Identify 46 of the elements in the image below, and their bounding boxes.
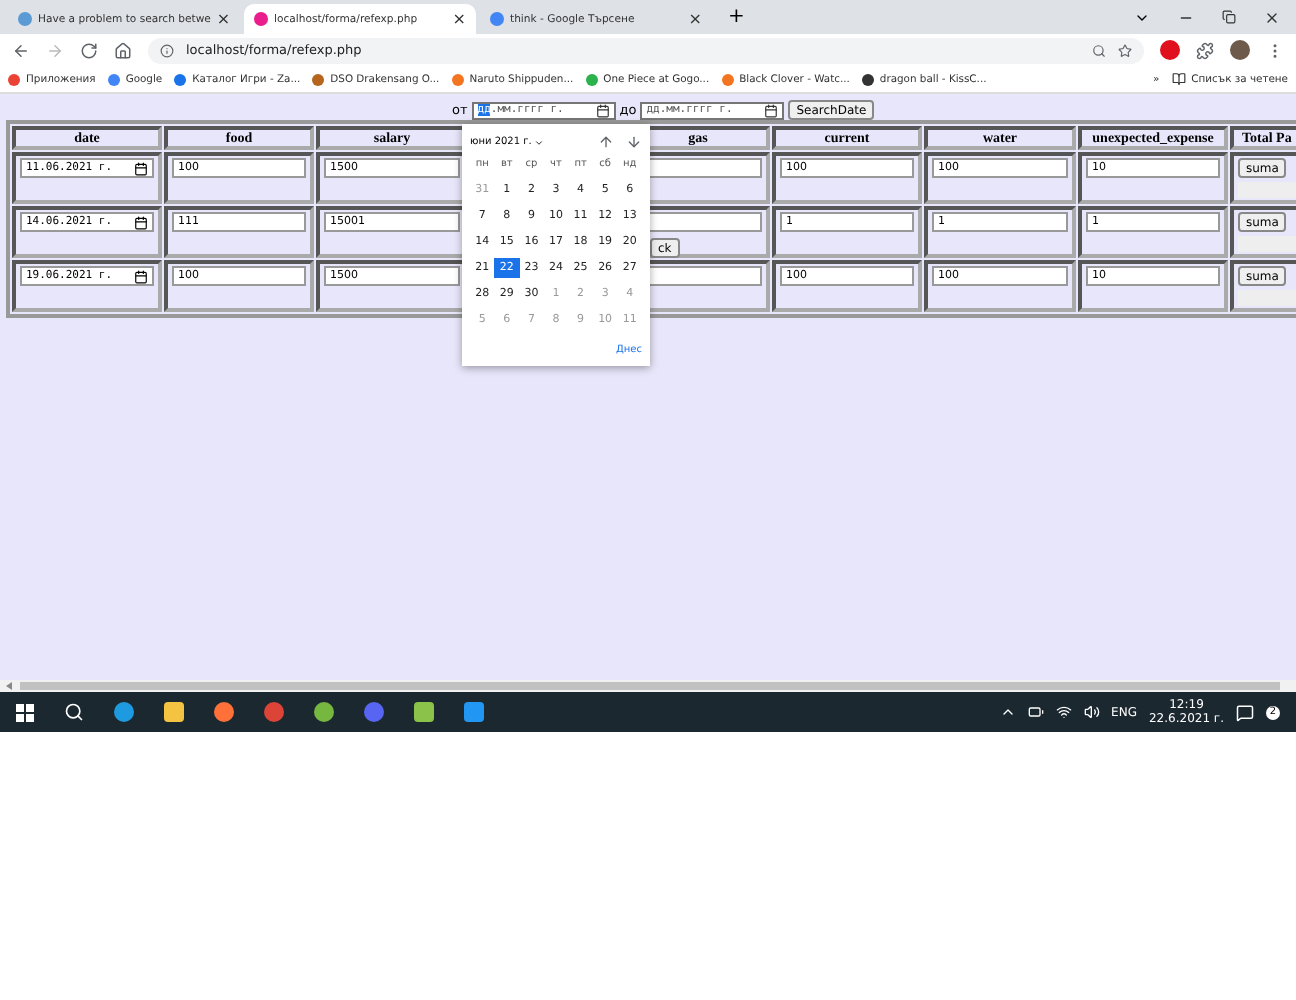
restore-icon[interactable] [1222, 10, 1236, 24]
previous-month-icon[interactable] [598, 134, 614, 150]
extensions-icon[interactable] [1196, 41, 1214, 59]
close-icon[interactable] [1264, 9, 1280, 25]
app-icon[interactable] [314, 702, 334, 722]
zoom-icon[interactable] [1092, 43, 1106, 57]
next-month-icon[interactable] [626, 134, 642, 150]
calendar-icon[interactable] [134, 269, 148, 283]
total-field[interactable] [1238, 236, 1296, 252]
total-field[interactable] [1238, 182, 1296, 198]
app-icon[interactable] [214, 702, 234, 722]
avatar-icon[interactable] [1230, 40, 1250, 60]
close-tab-button[interactable]: × [688, 10, 702, 28]
close-tab-button[interactable]: × [452, 10, 466, 28]
app-icon[interactable] [414, 702, 434, 722]
app-icon[interactable] [264, 702, 284, 722]
scrollbar-thumb[interactable] [20, 682, 1280, 690]
folder-icon[interactable] [164, 702, 184, 722]
favicon-icon [490, 12, 504, 26]
notifications-icon[interactable] [1236, 703, 1254, 721]
app-icon[interactable] [364, 702, 384, 722]
calendar-icon[interactable] [134, 215, 148, 229]
new-tab-button[interactable]: + [716, 6, 757, 28]
info-icon[interactable] [160, 43, 174, 57]
calendar-icon[interactable] [764, 103, 779, 117]
battery-icon[interactable] [1027, 704, 1044, 720]
close-tab-button[interactable]: × [216, 10, 231, 28]
windows-logo-icon[interactable] [16, 703, 34, 721]
photos-icon[interactable] [464, 702, 484, 722]
back-icon[interactable] [12, 41, 30, 59]
favicon-icon [18, 12, 32, 26]
calendar-icon[interactable] [595, 103, 610, 117]
wifi-icon[interactable] [1055, 704, 1072, 720]
search-icon[interactable] [64, 702, 84, 722]
calendar-icon[interactable] [134, 161, 148, 175]
volume-icon[interactable] [1083, 704, 1100, 720]
book-icon [1171, 72, 1186, 86]
total-field[interactable] [1238, 290, 1296, 306]
reload-icon[interactable] [80, 41, 98, 59]
home-icon[interactable] [114, 41, 132, 59]
app-icon[interactable] [114, 702, 134, 722]
caret-icon [533, 137, 544, 147]
app-icon[interactable] [1160, 40, 1180, 60]
star-icon[interactable] [1118, 43, 1132, 57]
chevron-up-icon[interactable] [999, 704, 1016, 720]
favicon-icon [254, 12, 268, 26]
